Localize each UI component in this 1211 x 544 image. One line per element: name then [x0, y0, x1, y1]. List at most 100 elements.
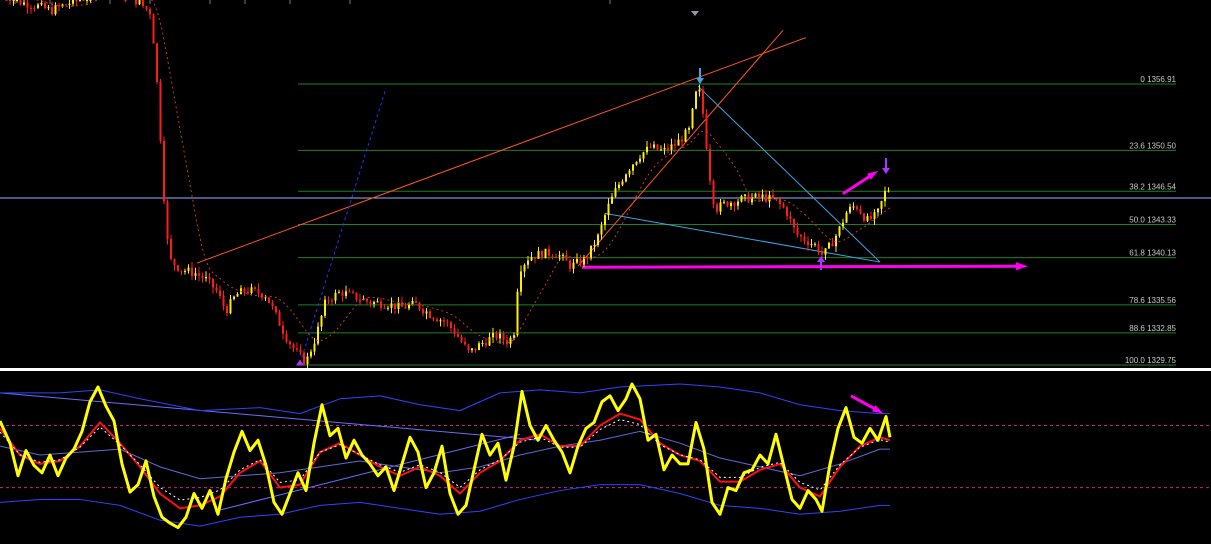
- fib-label: 78.6 1335.56: [1129, 296, 1176, 305]
- bull-candle: [68, 3, 71, 5]
- bull-candle: [597, 234, 599, 246]
- arrow-markers: [296, 11, 890, 366]
- bull-candle: [576, 258, 578, 263]
- bull-candle: [607, 203, 610, 216]
- trading-chart[interactable]: 0 1356.91 23.6 1350.50 38.2 1346.54 50.0 13…: [0, 0, 1211, 544]
- bear-candle: [282, 325, 284, 334]
- oscillator-panel[interactable]: [0, 372, 1211, 544]
- bear-candle: [142, 0, 144, 7]
- bull-candle: [730, 202, 732, 207]
- bear-candle: [19, 0, 22, 5]
- bull-candle: [37, 4, 39, 9]
- bull-candle: [695, 91, 697, 109]
- magenta-support-arrowhead: [1016, 262, 1028, 271]
- bear-candle: [82, 0, 85, 1]
- bear-candle: [152, 14, 155, 44]
- bull-candle: [320, 315, 323, 327]
- bull-candle: [54, 5, 57, 15]
- bull-candle: [79, 0, 81, 1]
- bull-candle: [397, 302, 400, 310]
- bear-candle: [453, 328, 456, 335]
- bear-candle: [649, 146, 652, 148]
- bear-candle: [551, 255, 554, 257]
- bear-candle: [709, 148, 711, 181]
- bear-candle: [555, 256, 557, 258]
- bull-candle: [23, 2, 25, 5]
- bear-candle: [292, 344, 295, 349]
- bull-candle: [334, 292, 337, 301]
- bull-candle: [544, 248, 547, 259]
- blue-channel-upper: [697, 85, 881, 263]
- bear-candle: [404, 306, 407, 309]
- bear-candle: [170, 238, 172, 260]
- bull-candle: [884, 191, 886, 202]
- bear-candle: [355, 292, 358, 300]
- bull-candle: [527, 260, 529, 265]
- bull-candle: [691, 108, 694, 128]
- bull-candle: [660, 149, 662, 151]
- orange-rising-channel: [577, 29, 784, 267]
- bear-candle: [299, 349, 302, 353]
- bear-candle: [191, 267, 193, 276]
- bull-candle: [520, 271, 522, 292]
- bull-candle: [625, 174, 627, 182]
- bear-candle: [460, 336, 463, 342]
- bear-candle: [415, 301, 417, 303]
- bear-candle: [474, 348, 477, 351]
- bear-candle: [800, 235, 802, 237]
- bear-candle: [747, 194, 750, 203]
- bull-candle: [838, 226, 841, 236]
- bull-candle: [639, 158, 641, 162]
- bull-candle: [138, 0, 141, 5]
- peak-down-arrow-head: [696, 77, 704, 84]
- bull-candle: [740, 196, 743, 202]
- bull-candle: [677, 139, 680, 146]
- bear-candle: [569, 260, 571, 269]
- bear-candle: [366, 298, 368, 302]
- bull-candle: [611, 196, 613, 204]
- bull-candle: [390, 303, 393, 308]
- bear-candle: [782, 203, 785, 208]
- blue-channel-lower: [604, 212, 881, 263]
- bear-candle: [667, 147, 669, 150]
- bear-candle: [243, 288, 246, 292]
- bull-candle: [387, 307, 389, 309]
- bear-candle: [786, 207, 788, 217]
- bear-candle: [422, 309, 424, 314]
- bull-candle: [12, 0, 15, 1]
- bull-candle: [187, 267, 190, 271]
- bull-candle: [324, 299, 326, 316]
- bull-candle: [250, 287, 253, 293]
- bear-candle: [702, 89, 704, 114]
- price-panel[interactable]: 0 1356.91 23.6 1350.50 38.2 1346.54 50.0 13…: [0, 0, 1211, 370]
- bear-candle: [765, 194, 767, 202]
- bear-candle: [331, 300, 333, 302]
- bear-candle: [222, 295, 225, 307]
- bear-candle: [219, 290, 221, 296]
- bear-candle: [65, 4, 67, 6]
- bull-candle: [744, 194, 746, 197]
- bull-candle: [478, 343, 480, 351]
- bull-candle: [236, 294, 239, 297]
- bull-candle: [670, 144, 673, 150]
- bull-candle: [345, 291, 347, 296]
- bull-candle: [698, 89, 701, 92]
- bear-candle: [726, 201, 729, 207]
- bear-candle: [807, 241, 809, 246]
- bear-candle: [212, 278, 214, 288]
- bull-candle: [537, 250, 540, 259]
- bear-candle: [656, 144, 659, 150]
- bull-candle: [688, 127, 690, 130]
- bear-candle: [289, 341, 291, 345]
- chart-shift-marker: [691, 11, 699, 16]
- bull-candle: [516, 291, 519, 336]
- bull-candle: [632, 164, 634, 171]
- bull-candle: [509, 337, 512, 344]
- bull-candle: [338, 292, 340, 294]
- bear-candle: [268, 297, 270, 303]
- bear-candle: [5, 0, 8, 1]
- bull-candle: [880, 201, 883, 209]
- bear-candle: [502, 333, 505, 340]
- bear-candle: [163, 141, 165, 202]
- bear-candle: [75, 0, 78, 1]
